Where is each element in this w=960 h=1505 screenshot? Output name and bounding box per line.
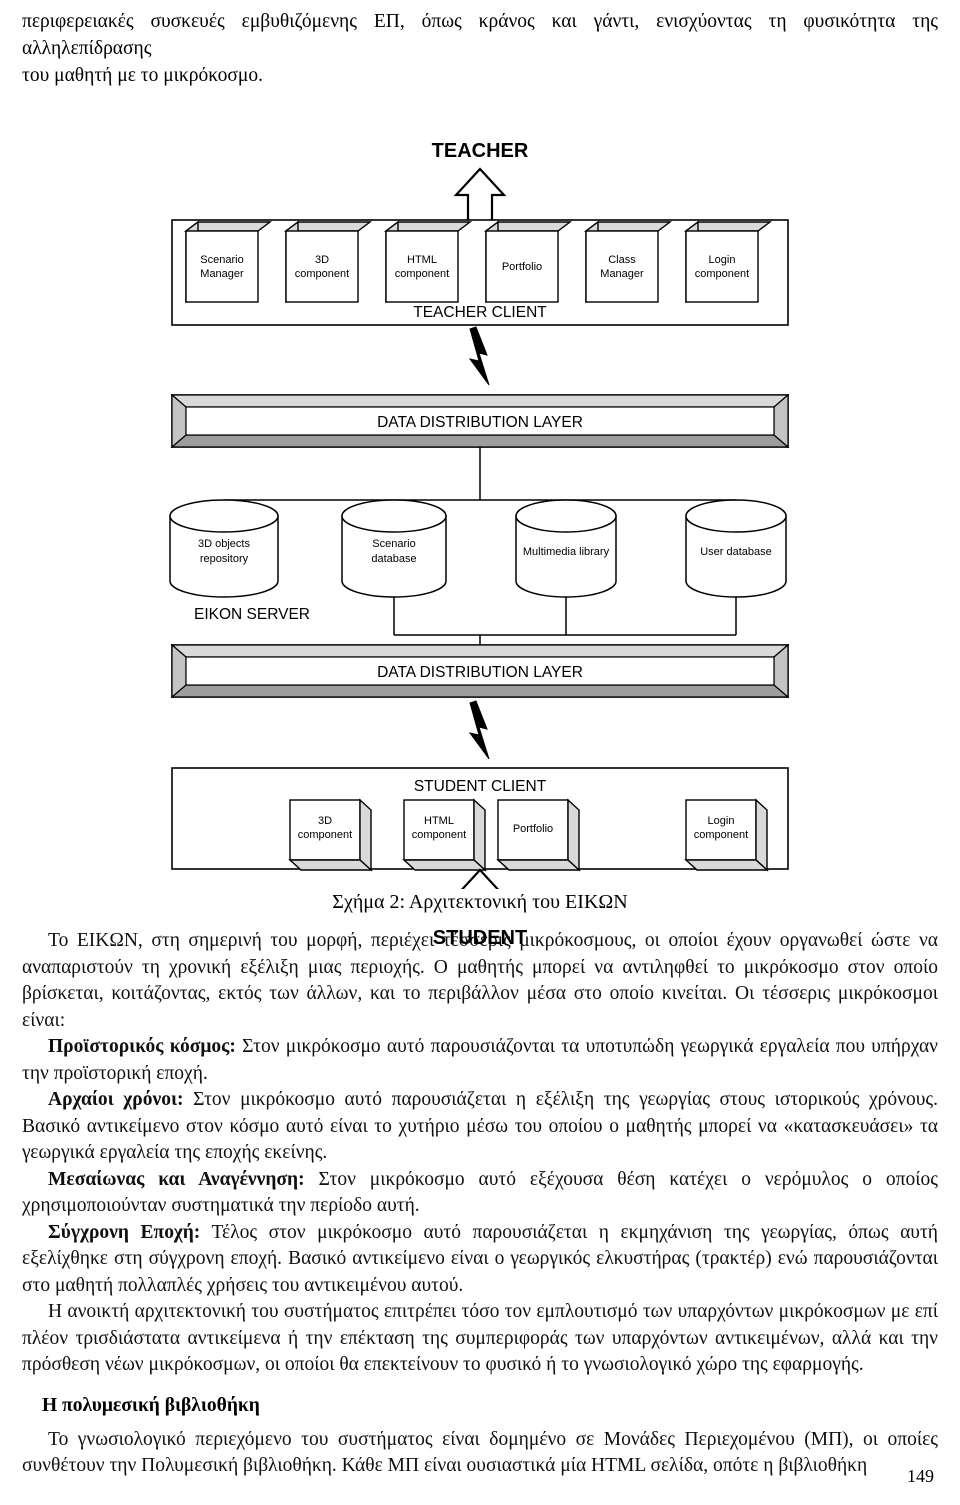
term-prehistoric-world: Προϊστορικός κόσμος: (48, 1036, 236, 1057)
ddl-bottom-label: DATA DISTRIBUTION LAYER (377, 664, 583, 681)
term-ancient-times: Αρχαίοι χρόνοι: (48, 1089, 184, 1110)
student-actor-label: STUDENT (432, 927, 528, 949)
database-tree-connector (223, 447, 737, 527)
teacher-component-class-manager: Class Manager (583, 220, 673, 304)
teacher-component-scenario-manager-line2: Manager (200, 268, 244, 280)
body-paragraph-prehistoric: Προϊστορικός κόσμος: Στον μικρόκοσμο αυτ… (22, 1034, 938, 1087)
student-component-3d-line2: component (298, 829, 352, 841)
database-bottom-connector (393, 597, 737, 649)
student-bidirectional-arrow (460, 868, 500, 889)
ddl-top-label: DATA DISTRIBUTION LAYER (377, 414, 583, 431)
teacher-component-scenario-manager: Scenario Manager (183, 220, 273, 304)
student-component-3d-line1: 3D (318, 815, 332, 827)
document-page: περιφερειακές συσκευές εμβυθιζόμενης ΕΠ,… (0, 8, 960, 1505)
teacher-component-html-line2: component (395, 268, 449, 280)
teacher-component-3d-line2: component (295, 268, 349, 280)
database-scenario-database: Scenario database (341, 499, 447, 598)
database-multimedia-library: Multimedia library (515, 499, 617, 598)
body-paragraph-medieval: Μεσαίωνας και Αναγέννηση: Στον μικρόκοσμ… (22, 1167, 938, 1220)
body-paragraph-ancient: Αρχαίοι χρόνοι: Στον μικρόκοσμο αυτό παρ… (22, 1087, 938, 1167)
database-scenario-database-line2: database (371, 553, 416, 565)
figure-caption: Σχήμα 2: Αρχιτεκτονική του ΕΙΚΩΝ (332, 891, 628, 913)
student-component-login-line2: component (694, 829, 748, 841)
page-number: 149 (907, 1466, 934, 1486)
teacher-component-3d: 3D component (283, 220, 373, 304)
teacher-client-label: TEACHER CLIENT (413, 304, 547, 321)
student-component-login: Login component (684, 798, 769, 872)
teacher-actor-label: TEACHER (432, 140, 529, 162)
term-medieval-renaissance: Μεσαίωνας και Αναγέννηση: (48, 1168, 305, 1190)
database-3d-objects-repository-line2: repository (200, 553, 249, 565)
database-user-database: User database (685, 499, 787, 598)
database-3d-objects-repository: 3D objects repository (169, 499, 279, 598)
teacher-component-portfolio: Portfolio (483, 220, 573, 304)
top-paragraph: περιφερειακές συσκευές εμβυθιζόμενης ΕΠ,… (22, 8, 938, 89)
teacher-component-portfolio-line1: Portfolio (502, 261, 542, 273)
student-component-login-line1: Login (708, 815, 735, 827)
student-component-portfolio-line1: Portfolio (513, 823, 553, 835)
teacher-component-html-line1: HTML (407, 254, 437, 266)
student-component-portfolio: Portfolio (496, 798, 581, 872)
teacher-component-3d-line1: 3D (315, 254, 329, 266)
top-paragraph-line-1: περιφερειακές συσκευές εμβυθιζόμενης ΕΠ,… (22, 11, 938, 59)
student-component-html-line1: HTML (424, 815, 454, 827)
data-distribution-layer-bottom: DATA DISTRIBUTION LAYER (170, 643, 790, 699)
teacher-component-login-line2: component (695, 268, 749, 280)
network-lightning-connector-bottom (468, 700, 490, 760)
teacher-component-class-manager-line1: Class (608, 254, 636, 266)
teacher-component-login: Login component (683, 220, 773, 304)
database-multimedia-library-line1: Multimedia library (523, 546, 610, 558)
student-component-html: HTML component (402, 798, 487, 872)
term-modern-era: Σύγχρονη Εποχή: (48, 1221, 201, 1243)
database-user-database-line1: User database (700, 546, 772, 558)
teacher-component-login-line1: Login (709, 254, 736, 266)
data-distribution-layer-top: DATA DISTRIBUTION LAYER (170, 393, 790, 449)
database-scenario-database-line1: Scenario (372, 538, 415, 550)
student-component-html-line2: component (412, 829, 466, 841)
body-paragraph-multimedia: Το γνωσιολογικό περιεχόμενο του συστήματ… (22, 1428, 938, 1477)
teacher-component-class-manager-line2: Manager (600, 268, 644, 280)
student-component-3d: 3D component (288, 798, 373, 872)
teacher-component-scenario-manager-line1: Scenario (200, 254, 243, 266)
network-lightning-connector-top (468, 326, 490, 386)
eikon-server-label: EIKON SERVER (194, 606, 310, 623)
section-heading-multimedia-library: Η πολυμεσική βιβλιοθήκη (42, 1394, 260, 1416)
body-paragraph-modern: Σύγχρονη Εποχή: Τέλος στον μικρόκοσμο αυ… (22, 1220, 938, 1300)
database-3d-objects-repository-line1: 3D objects (198, 538, 250, 550)
teacher-component-html: HTML component (383, 220, 473, 304)
student-client-label: STUDENT CLIENT (414, 778, 547, 795)
architecture-diagram: TEACHER TEACHER CLIENT Scenario Manager (0, 89, 960, 949)
body-paragraph-open-architecture: Η ανοικτή αρχιτεκτονική του συστήματος ε… (22, 1301, 938, 1375)
top-paragraph-line-2: του μαθητή με το μικρόκοσμο. (22, 65, 263, 86)
